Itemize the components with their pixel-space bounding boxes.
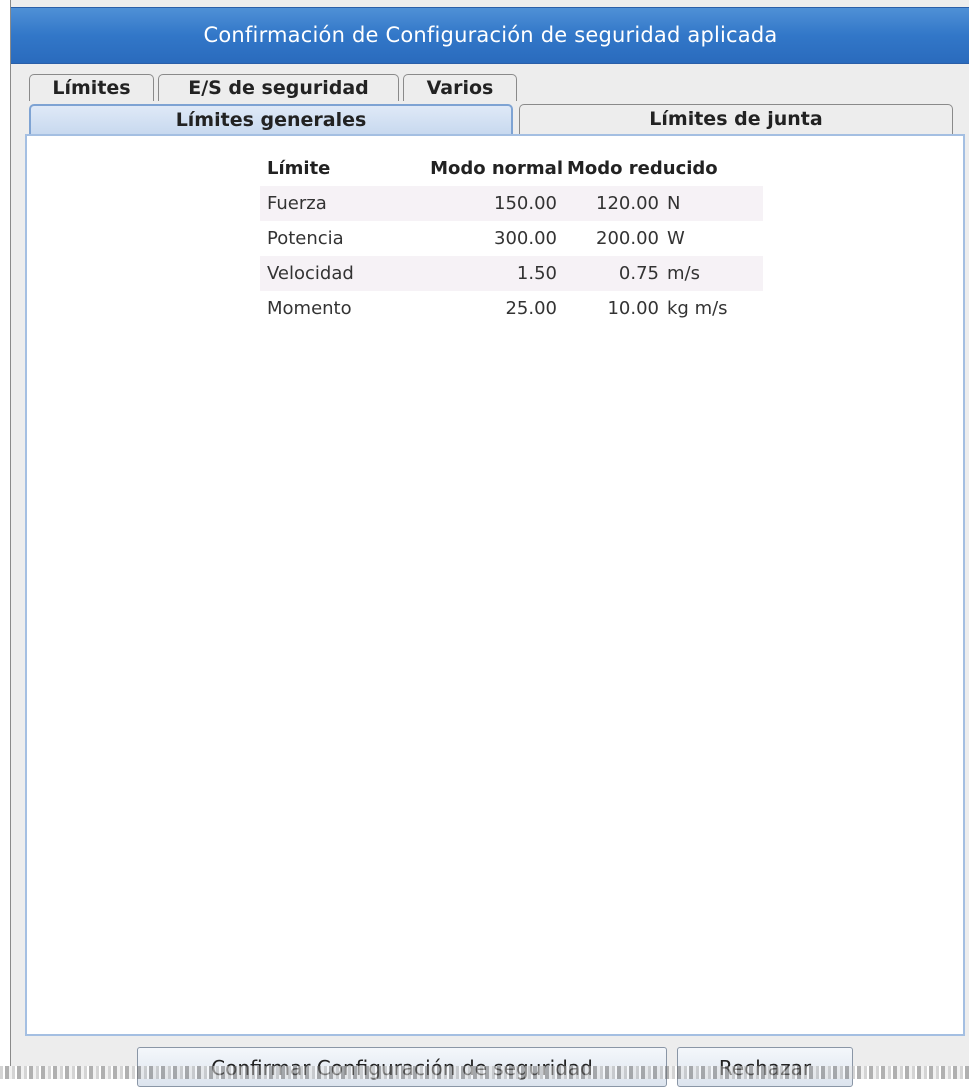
table-row: Fuerza 150.00 120.00 N (260, 186, 763, 221)
reduced-mode-value: 120.00 (567, 186, 667, 221)
table-row: Velocidad 1.50 0.75 m/s (260, 256, 763, 291)
limits-panel: Límite Modo normal Modo reducido Fuerza … (25, 134, 965, 1036)
unit-label: m/s (667, 256, 763, 291)
normal-mode-value: 25.00 (505, 298, 557, 319)
subtab-general-limits[interactable]: Límites generales (29, 104, 513, 134)
subtab-joint-limits[interactable]: Límites de junta (519, 104, 953, 134)
screen-artifact-strip (0, 1066, 969, 1079)
column-header-reduced-mode: Modo reducido (567, 157, 718, 179)
tab-limits[interactable]: Límites (29, 74, 154, 101)
table-row: Potencia 300.00 200.00 W (260, 221, 763, 256)
limit-name: Momento (267, 298, 352, 319)
tab-misc[interactable]: Varios (403, 74, 517, 101)
unit-label: kg m/s (667, 298, 728, 319)
normal-mode-value: 1.50 (385, 256, 567, 291)
column-header-limit: Límite (267, 157, 331, 179)
limits-table: Límite Modo normal Modo reducido Fuerza … (260, 150, 763, 326)
tab-safety-io[interactable]: E/S de seguridad (158, 74, 399, 101)
limit-name: Velocidad (260, 256, 385, 291)
table-header-row: Límite Modo normal Modo reducido (260, 150, 763, 186)
limit-name: Potencia (267, 228, 344, 249)
normal-mode-value: 150.00 (385, 186, 567, 221)
sub-tab-bar: Límites generales Límites de junta (29, 104, 963, 134)
safety-confirmation-dialog: Confirmación de Configuración de segurid… (10, 0, 969, 1087)
reduced-mode-value: 10.00 (607, 298, 659, 319)
reduced-mode-value: 0.75 (567, 256, 667, 291)
unit-label: N (667, 186, 763, 221)
table-row: Momento 25.00 10.00 kg m/s (260, 291, 763, 326)
unit-label: W (667, 228, 685, 249)
reduced-mode-value: 200.00 (596, 228, 659, 249)
column-header-normal-mode: Modo normal (430, 157, 563, 179)
dialog-title: Confirmación de Configuración de segurid… (11, 7, 969, 64)
normal-mode-value: 300.00 (494, 228, 557, 249)
limit-name: Fuerza (260, 186, 385, 221)
